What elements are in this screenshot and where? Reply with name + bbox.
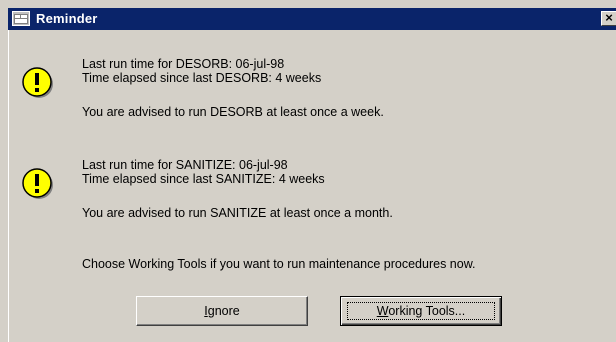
sanitize-last-run-text: Last run time for SANITIZE: 06-jul-98 [82,158,288,172]
working-tools-label-rest: orking Tools... [388,304,466,318]
desorb-elapsed-text: Time elapsed since last DESORB: 4 weeks [82,71,322,85]
instruction-text: Choose Working Tools if you want to run … [82,257,476,271]
window-edge [8,30,9,342]
window-title: Reminder [36,11,98,26]
ignore-label-rest: gnore [207,304,240,318]
ignore-button-label: Ignore [204,304,239,318]
exclamation-icon [22,168,53,199]
desorb-last-run-text: Last run time for DESORB: 06-jul-98 [82,57,285,71]
app-window-icon [12,11,30,26]
close-button[interactable]: × [601,11,616,26]
sanitize-elapsed-text: Time elapsed since last SANITIZE: 4 week… [82,172,325,186]
close-icon: × [605,10,613,25]
working-tools-button-label: Working Tools... [377,304,465,318]
desorb-advice-text: You are advised to run DESORB at least o… [82,105,384,119]
title-bar[interactable]: Reminder × [8,8,616,30]
reminder-dialog: Reminder × Last run time for DESORB: 06-… [0,0,616,342]
exclamation-icon [22,67,53,98]
sanitize-advice-text: You are advised to run SANITIZE at least… [82,206,393,220]
working-tools-button[interactable]: Working Tools... [340,296,502,326]
working-tools-mnemonic: W [376,304,389,318]
ignore-button[interactable]: Ignore [136,296,308,326]
